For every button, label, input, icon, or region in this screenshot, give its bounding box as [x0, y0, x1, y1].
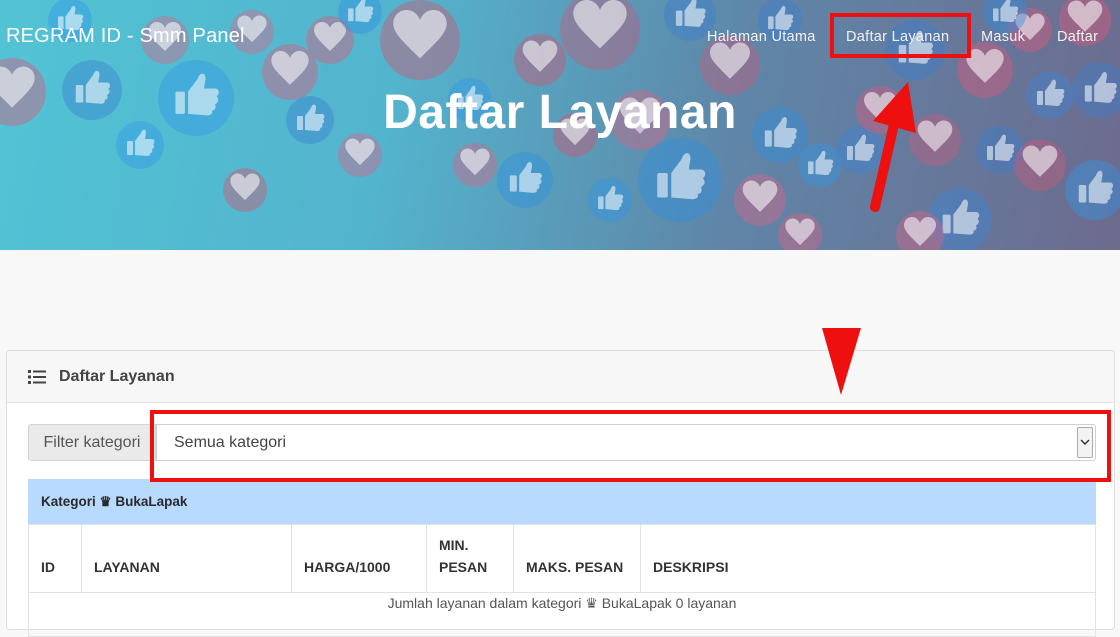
heart-icon [453, 143, 497, 187]
column-header-harga: HARGA/1000 [291, 524, 427, 593]
column-header-id: ID [28, 524, 82, 593]
service-table: ID LAYANAN HARGA/1000 MIN. PESAN MAKS. P… [28, 524, 1096, 637]
heart-icon [778, 213, 822, 250]
list-icon [28, 369, 46, 384]
thumbs-up-icon [1065, 160, 1120, 220]
heart-icon [734, 174, 786, 226]
heart-icon [223, 168, 267, 212]
thumbs-up-icon [497, 152, 553, 208]
page-title: Daftar Layanan [383, 86, 737, 139]
highlight-box-nav [830, 13, 971, 58]
service-list-card: Daftar Layanan Filter kategori Semua kat… [6, 350, 1115, 637]
category-header: Kategori ♛ BukaLapak [28, 479, 1096, 524]
nav-daftar[interactable]: Daftar [1057, 29, 1098, 45]
nav-masuk[interactable]: Masuk [981, 29, 1025, 45]
highlight-box-filter [150, 410, 1111, 482]
thumbs-up-icon [798, 143, 842, 187]
card-header: Daftar Layanan [7, 351, 1114, 403]
nav-halaman-utama[interactable]: Halaman Utama [707, 29, 816, 45]
heart-icon [1014, 139, 1066, 191]
column-header-min-pesan: MIN. PESAN [426, 524, 514, 593]
thumbs-up-icon [588, 178, 632, 222]
filter-label: Filter kategori [28, 424, 156, 461]
column-header-layanan: LAYANAN [81, 524, 292, 593]
column-header-deskripsi: DESKRIPSI [640, 524, 1096, 593]
thumbs-up-icon [638, 138, 722, 222]
column-header-maks-pesan: MAKS. PESAN [513, 524, 641, 593]
card-title: Daftar Layanan [59, 367, 175, 385]
